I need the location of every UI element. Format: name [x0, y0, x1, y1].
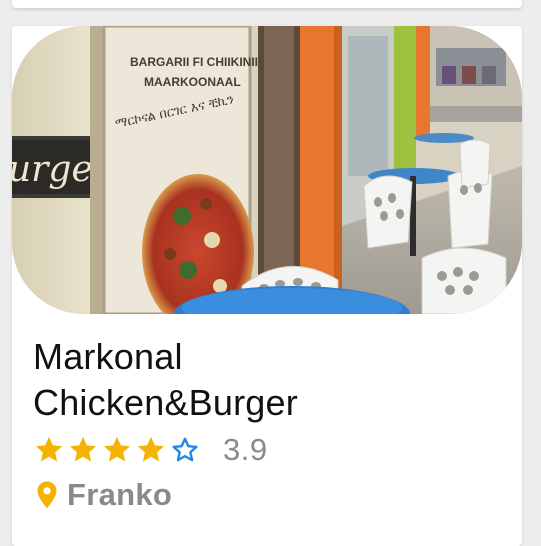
restaurant-name-line1: Markonal — [33, 336, 183, 377]
poster-line1: BARGARII FI CHIIKINII — [130, 55, 258, 69]
star-icon — [69, 436, 97, 462]
star-icon — [137, 436, 165, 462]
restaurant-name-line2: Chicken&Burger — [33, 382, 298, 423]
star-rating — [33, 434, 203, 466]
poster-line2: MAARKOONAAL — [144, 75, 241, 89]
location-text: Franko — [67, 477, 173, 512]
rating-value: 3.9 — [223, 432, 268, 467]
star-icon — [103, 436, 131, 462]
restaurant-name[interactable]: Markonal Chicken&Burger — [33, 334, 503, 426]
restaurant-card[interactable]: urger BARGARII FI CHIIKINII MAARKOONAAL … — [12, 26, 522, 546]
location-row[interactable]: Franko — [35, 476, 172, 514]
star-outline-icon — [172, 437, 198, 462]
location-pin-icon — [37, 481, 57, 509]
rating-row: 3.9 — [33, 432, 268, 468]
star-icon — [35, 436, 63, 462]
restaurant-photo[interactable]: urger BARGARII FI CHIIKINII MAARKOONAAL … — [12, 26, 522, 314]
previous-card[interactable] — [12, 0, 522, 8]
